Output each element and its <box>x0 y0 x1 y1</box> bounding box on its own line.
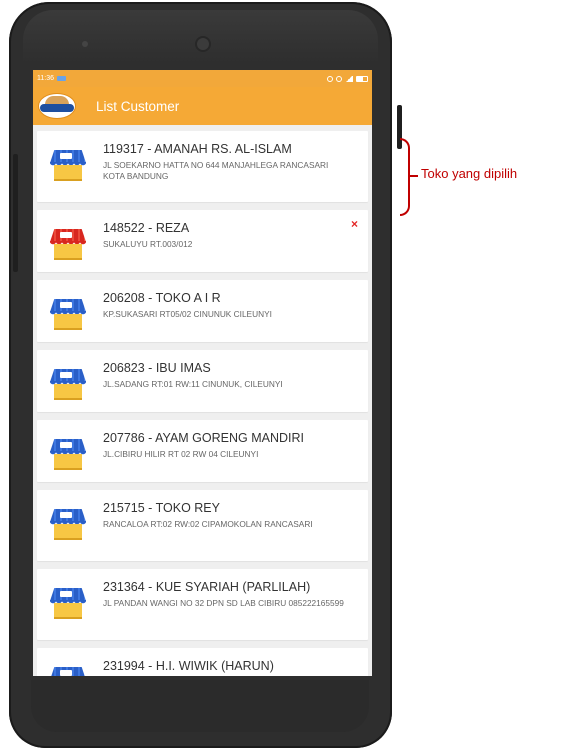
customer-card[interactable]: 231364 - KUE SYARIAH (PARLILAH) JL PANDA… <box>37 569 368 640</box>
customer-address: JL.SADANG RT:01 RW:11 CINUNUK, CILEUNYI <box>103 379 283 389</box>
store-icon <box>50 439 86 470</box>
customer-card[interactable]: 148522 - REZA SUKALUYU RT.003/012 × <box>37 210 368 272</box>
customer-card[interactable]: 231994 - H.I. WIWIK (HARUN) <box>37 648 368 676</box>
customer-name: 119317 - AMANAH RS. AL-ISLAM <box>103 142 292 156</box>
store-icon <box>50 150 86 181</box>
customer-card[interactable]: 207786 - AYAM GORENG MANDIRI JL.CIBIRU H… <box>37 420 368 482</box>
customer-name: 215715 - TOKO REY <box>103 501 220 515</box>
customer-name: 148522 - REZA <box>103 221 190 235</box>
customer-name: 206208 - TOKO A I R <box>103 291 221 305</box>
customer-name: 231364 - KUE SYARIAH (PARLILAH) <box>103 580 311 594</box>
signal-icon <box>345 75 353 82</box>
front-camera <box>197 38 209 50</box>
app-bar: List Customer <box>33 87 372 125</box>
alarm-icon <box>327 75 333 82</box>
store-icon <box>50 588 86 619</box>
phone-bottom-bezel <box>31 680 369 732</box>
customer-address: SUKALUYU RT.003/012 <box>103 239 193 249</box>
customer-card[interactable]: 206823 - IBU IMAS JL.SADANG RT:01 RW:11 … <box>37 350 368 412</box>
customer-card[interactable]: 215715 - TOKO REY RANCALOA RT:02 RW:02 C… <box>37 490 368 561</box>
customer-address: KP.SUKASARI RT05/02 CINUNUK CILEUNYI <box>103 309 272 319</box>
selection-bracket <box>400 138 410 216</box>
customer-list[interactable]: 119317 - AMANAH RS. AL-ISLAM JL SOEKARNO… <box>33 125 372 676</box>
selection-bracket-tip <box>409 175 418 177</box>
customer-address: JL SOEKARNO HATTA NO 644 MANJAHLEGA RANC… <box>103 160 329 181</box>
phone-top-bezel <box>23 10 378 64</box>
status-bar: 11:36 <box>33 70 372 87</box>
close-icon[interactable]: × <box>351 217 358 231</box>
logo-band-shape <box>40 104 74 112</box>
customer-address: JL.CIBIRU HILIR RT 02 RW 04 CILEUNYI <box>103 449 259 459</box>
speaker <box>82 41 88 47</box>
annotation-label: Toko yang dipilih <box>421 166 518 181</box>
app-logo[interactable] <box>39 94 75 118</box>
customer-name: 207786 - AYAM GORENG MANDIRI <box>103 431 304 445</box>
customer-address: JL PANDAN WANGI NO 32 DPN SD LAB CIBIRU … <box>103 598 344 608</box>
battery-icon <box>356 75 368 82</box>
store-icon <box>50 229 86 260</box>
customer-card[interactable]: 119317 - AMANAH RS. AL-ISLAM JL SOEKARNO… <box>37 131 368 202</box>
store-icon <box>50 369 86 400</box>
store-icon <box>50 667 86 676</box>
vibrate-icon <box>336 75 342 82</box>
volume-button <box>13 154 18 272</box>
notification-icon <box>57 76 66 81</box>
customer-name: 206823 - IBU IMAS <box>103 361 211 375</box>
customer-address: RANCALOA RT:02 RW:02 CIPAMOKOLAN RANCASA… <box>103 519 313 529</box>
store-icon <box>50 299 86 330</box>
store-icon <box>50 509 86 540</box>
phone-screen: 11:36 List Customer 119317 - AMANAH RS. … <box>33 70 372 676</box>
app-bar-title: List Customer <box>96 98 180 114</box>
status-time: 11:36 <box>37 75 54 82</box>
customer-card[interactable]: 206208 - TOKO A I R KP.SUKASARI RT05/02 … <box>37 280 368 342</box>
customer-name: 231994 - H.I. WIWIK (HARUN) <box>103 659 274 673</box>
